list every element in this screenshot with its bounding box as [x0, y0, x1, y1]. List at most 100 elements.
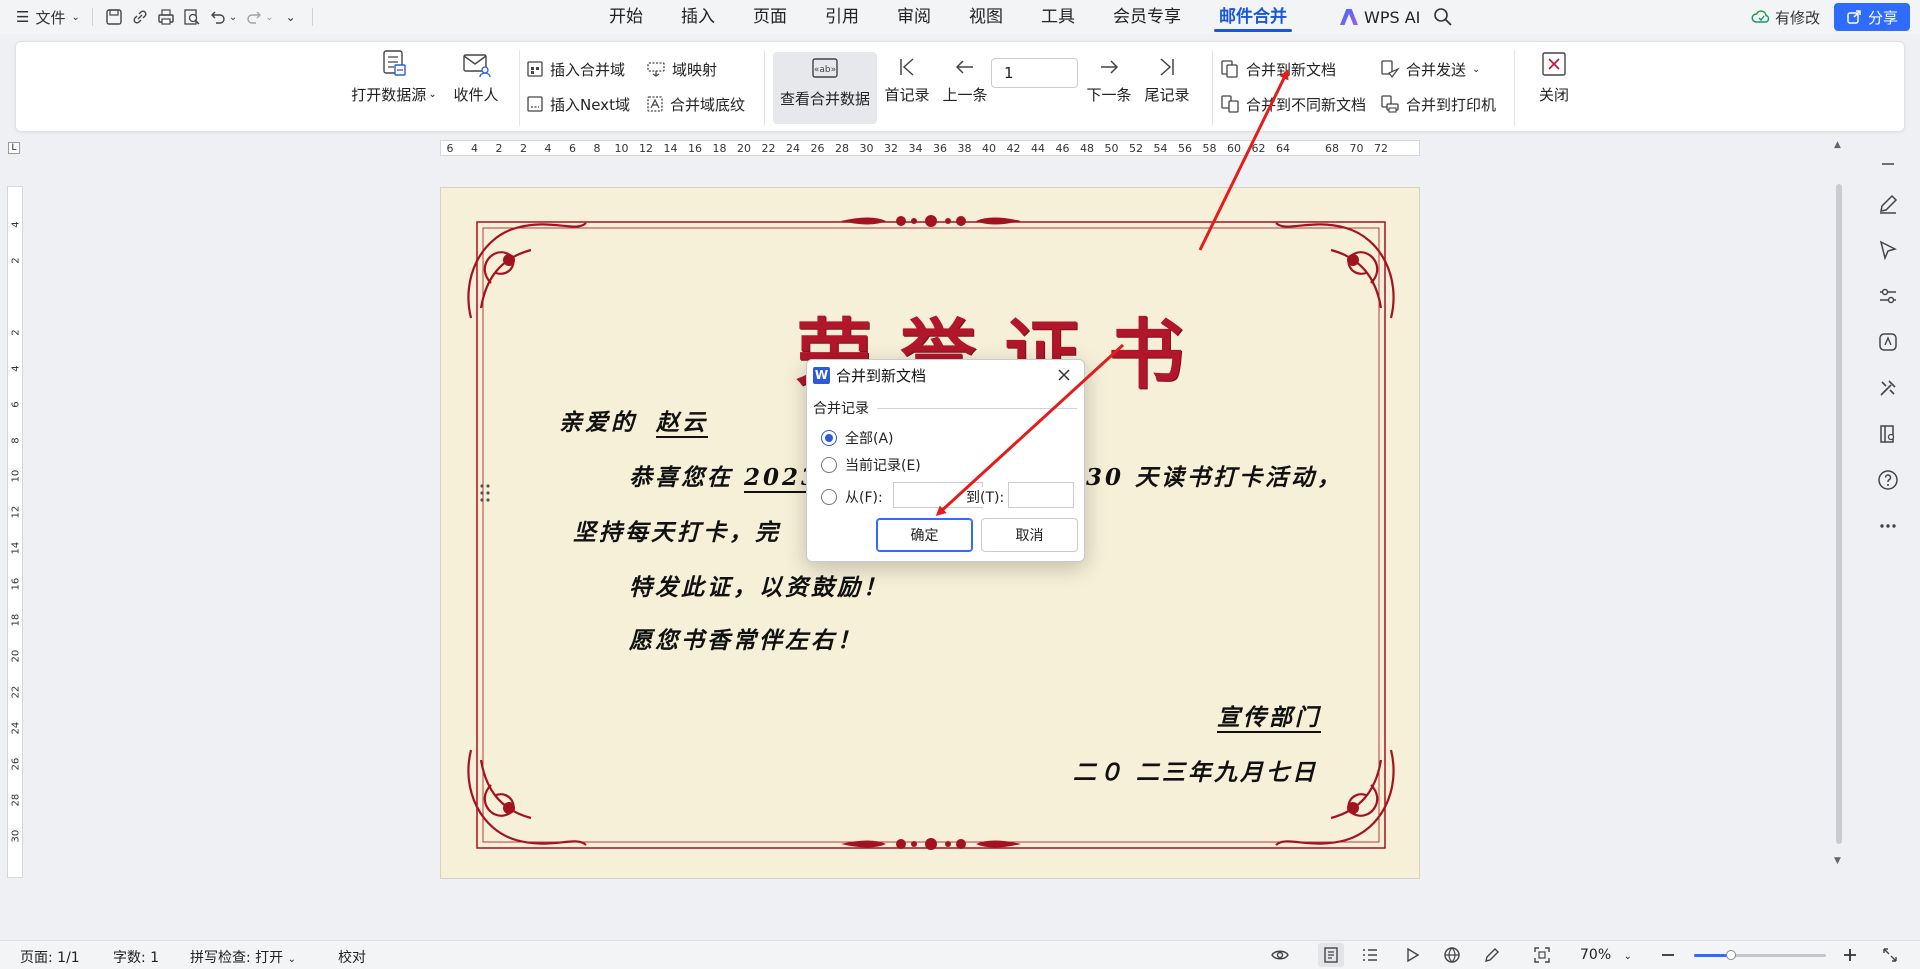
recipients-button[interactable]: 收件人: [446, 46, 506, 105]
close-icon[interactable]: [1054, 365, 1074, 385]
close-merge-label: 关闭: [1538, 86, 1569, 104]
pen-icon[interactable]: [1876, 192, 1900, 216]
page-view-icon: [1324, 947, 1338, 963]
last-record-button[interactable]: 尾记录: [1139, 46, 1195, 105]
to-record-input[interactable]: [1008, 482, 1074, 508]
more-icon[interactable]: [1876, 514, 1900, 538]
tab-mail-merge[interactable]: 邮件合并: [1200, 0, 1306, 34]
field-mapping-button[interactable]: 域映射: [646, 58, 717, 80]
view-merged-data-button[interactable]: «ab» 查看合并数据: [773, 52, 877, 124]
share-link-button[interactable]: [127, 4, 153, 30]
first-record-label: 首记录: [884, 86, 930, 104]
option-all-radio[interactable]: 全部(A): [821, 428, 894, 448]
tab-page[interactable]: 页面: [734, 0, 806, 34]
ai-assistant-icon[interactable]: [1876, 330, 1900, 354]
save-button[interactable]: [101, 4, 127, 30]
print-preview-button[interactable]: [179, 4, 205, 30]
field-shading-icon: [647, 96, 663, 112]
insert-merge-field-button[interactable]: 插入合并域: [526, 58, 625, 80]
recipients-label: 收件人: [453, 86, 499, 104]
modified-status[interactable]: 有修改: [1751, 7, 1820, 28]
insert-next-field-button[interactable]: 插入Next域: [526, 93, 630, 115]
merge-to-separate-docs-label: 合并到不同新文档: [1246, 95, 1367, 114]
scroll-up-icon[interactable]: ▲: [1834, 140, 1841, 150]
ruler-tick-label: 22: [761, 142, 776, 155]
view-data-icon: «ab»: [812, 58, 838, 78]
option-current-radio[interactable]: 当前记录(E): [821, 455, 921, 475]
next-record-button[interactable]: 下一条: [1081, 46, 1137, 105]
zoom-slider[interactable]: [1694, 950, 1826, 960]
merge-send-button[interactable]: 合并发送 ⌄: [1380, 58, 1480, 80]
cancel-button[interactable]: 取消: [981, 518, 1078, 552]
fit-screen-icon[interactable]: [1532, 945, 1552, 965]
select-pointer-icon[interactable]: [1876, 238, 1900, 262]
ruler-tick-label: 20: [10, 649, 22, 663]
prev-record-button[interactable]: 上一条: [937, 46, 993, 105]
map-book-icon[interactable]: [1876, 422, 1900, 446]
tab-member[interactable]: 会员专享: [1094, 0, 1200, 34]
greeting-line: 亲爱的 赵云: [559, 403, 716, 437]
tab-view[interactable]: 视图: [950, 0, 1022, 34]
tools-icon[interactable]: [1876, 376, 1900, 400]
zoom-slider-handle[interactable]: [1725, 950, 1736, 960]
collapse-icon[interactable]: [1876, 152, 1900, 176]
word-count[interactable]: 字数: 1: [113, 947, 159, 967]
recipient-name-field[interactable]: 赵云: [648, 409, 716, 436]
play-icon[interactable]: [1402, 945, 1422, 965]
separator: [1212, 50, 1213, 126]
close-merge-button[interactable]: 关闭: [1526, 46, 1582, 105]
scroll-down-icon[interactable]: ▼: [1834, 856, 1841, 866]
tab-home[interactable]: 开始: [590, 0, 662, 34]
ruler-tick-label: 18: [712, 142, 727, 155]
ruler-tick-label: 34: [908, 142, 923, 155]
open-datasource-button[interactable]: 打开数据源 ⌄: [346, 46, 442, 105]
tab-tools[interactable]: 工具: [1022, 0, 1094, 34]
proofread-button[interactable]: 校对: [338, 947, 366, 967]
redo-button[interactable]: ⌄: [241, 4, 277, 30]
zoom-out-icon[interactable]: [1658, 945, 1678, 965]
ok-button[interactable]: 确定: [876, 518, 973, 552]
tab-stop-selector[interactable]: L: [8, 142, 20, 154]
adjust-sliders-icon[interactable]: [1876, 284, 1900, 308]
file-menu-button[interactable]: ☰ 文件 ⌄: [12, 4, 84, 30]
page-view-button[interactable]: [1318, 943, 1344, 967]
zoom-level-dropdown[interactable]: 70% ⌄: [1580, 947, 1632, 963]
page-indicator[interactable]: 页面: 1/1: [20, 947, 80, 967]
merge-to-printer-button[interactable]: 合并到打印机: [1380, 93, 1496, 115]
svg-text:«ab»: «ab»: [814, 65, 836, 75]
merge-field-shading-button[interactable]: 合并域底纹: [646, 93, 745, 115]
fullscreen-icon[interactable]: [1880, 945, 1900, 965]
annotation-pen-icon[interactable]: [1482, 945, 1502, 965]
tab-insert[interactable]: 插入: [662, 0, 734, 34]
option-range-radio[interactable]: 从(F):: [821, 487, 883, 507]
chevron-down-icon: ⌄: [287, 954, 297, 965]
wps-ai-button[interactable]: WPS AI: [1340, 0, 1420, 34]
outline-view-icon[interactable]: [1360, 945, 1380, 965]
print-preview-icon: [184, 9, 200, 25]
web-view-icon[interactable]: [1442, 945, 1462, 965]
zoom-in-icon[interactable]: [1840, 945, 1860, 965]
chevron-down-icon: ⌄: [1472, 63, 1481, 75]
merge-to-new-doc-button[interactable]: 合并到新文档: [1220, 58, 1336, 80]
chevron-down-icon: ⌄: [71, 11, 80, 23]
vertical-scrollbar[interactable]: ▲ ▼: [1834, 140, 1844, 930]
merge-to-separate-docs-button[interactable]: 合并到不同新文档: [1220, 93, 1366, 115]
record-number-input[interactable]: 1: [991, 58, 1078, 88]
ruler-tick-label: 56: [1178, 142, 1192, 155]
merge-to-printer-label: 合并到打印机: [1406, 95, 1497, 114]
tab-review[interactable]: 审阅: [878, 0, 950, 34]
open-datasource-label: 打开数据源: [351, 86, 427, 104]
customize-toolbar-button[interactable]: ⌄: [278, 4, 304, 30]
undo-button[interactable]: ⌄: [205, 4, 241, 30]
search-icon[interactable]: [1432, 6, 1454, 28]
help-icon[interactable]: [1876, 468, 1900, 492]
share-button[interactable]: 分享: [1833, 3, 1910, 31]
body-line-3: 特发此证，以资鼓励！: [629, 574, 889, 601]
drag-handle-icon[interactable]: [479, 483, 491, 503]
tab-references[interactable]: 引用: [806, 0, 878, 34]
print-button[interactable]: [153, 4, 179, 30]
eye-protection-icon[interactable]: [1270, 945, 1290, 965]
scrollbar-thumb[interactable]: [1836, 184, 1842, 844]
first-record-button[interactable]: 首记录: [879, 46, 935, 105]
spell-check-toggle[interactable]: 拼写检查: 打开 ⌄: [190, 947, 296, 967]
